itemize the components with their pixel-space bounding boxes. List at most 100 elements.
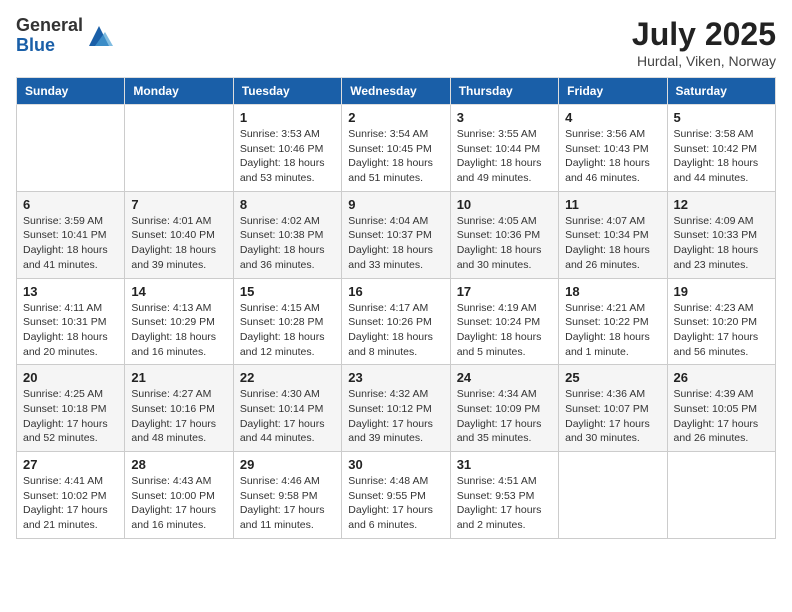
day-number: 4 — [565, 110, 660, 125]
calendar-cell: 22 Sunrise: 4:30 AM Sunset: 10:14 PM Day… — [233, 365, 341, 452]
day-detail: Sunrise: 4:02 AM Sunset: 10:38 PM Daylig… — [240, 214, 335, 273]
logo-text: General Blue — [16, 16, 83, 56]
day-number: 21 — [131, 370, 226, 385]
title-block: July 2025 Hurdal, Viken, Norway — [632, 16, 776, 69]
calendar-cell: 13 Sunrise: 4:11 AM Sunset: 10:31 PM Day… — [17, 278, 125, 365]
day-detail: Sunrise: 4:46 AM Sunset: 9:58 PM Dayligh… — [240, 474, 335, 533]
day-detail: Sunrise: 4:23 AM Sunset: 10:20 PM Daylig… — [674, 301, 769, 360]
calendar-cell: 25 Sunrise: 4:36 AM Sunset: 10:07 PM Day… — [559, 365, 667, 452]
calendar-week-3: 13 Sunrise: 4:11 AM Sunset: 10:31 PM Day… — [17, 278, 776, 365]
calendar-table: SundayMondayTuesdayWednesdayThursdayFrid… — [16, 77, 776, 539]
calendar-cell: 31 Sunrise: 4:51 AM Sunset: 9:53 PM Dayl… — [450, 452, 558, 539]
calendar-cell: 23 Sunrise: 4:32 AM Sunset: 10:12 PM Day… — [342, 365, 450, 452]
weekday-header-friday: Friday — [559, 78, 667, 105]
weekday-header-monday: Monday — [125, 78, 233, 105]
weekday-header-saturday: Saturday — [667, 78, 775, 105]
day-number: 25 — [565, 370, 660, 385]
day-number: 2 — [348, 110, 443, 125]
weekday-header-sunday: Sunday — [17, 78, 125, 105]
day-number: 3 — [457, 110, 552, 125]
day-number: 26 — [674, 370, 769, 385]
day-detail: Sunrise: 4:19 AM Sunset: 10:24 PM Daylig… — [457, 301, 552, 360]
day-detail: Sunrise: 4:27 AM Sunset: 10:16 PM Daylig… — [131, 387, 226, 446]
calendar-cell: 16 Sunrise: 4:17 AM Sunset: 10:26 PM Day… — [342, 278, 450, 365]
calendar-cell: 2 Sunrise: 3:54 AM Sunset: 10:45 PM Dayl… — [342, 105, 450, 192]
day-detail: Sunrise: 4:15 AM Sunset: 10:28 PM Daylig… — [240, 301, 335, 360]
calendar-cell: 27 Sunrise: 4:41 AM Sunset: 10:02 PM Day… — [17, 452, 125, 539]
calendar-cell: 8 Sunrise: 4:02 AM Sunset: 10:38 PM Dayl… — [233, 191, 341, 278]
day-detail: Sunrise: 4:34 AM Sunset: 10:09 PM Daylig… — [457, 387, 552, 446]
calendar-week-4: 20 Sunrise: 4:25 AM Sunset: 10:18 PM Day… — [17, 365, 776, 452]
calendar-cell: 24 Sunrise: 4:34 AM Sunset: 10:09 PM Day… — [450, 365, 558, 452]
day-number: 9 — [348, 197, 443, 212]
calendar-cell: 5 Sunrise: 3:58 AM Sunset: 10:42 PM Dayl… — [667, 105, 775, 192]
calendar-cell: 28 Sunrise: 4:43 AM Sunset: 10:00 PM Day… — [125, 452, 233, 539]
calendar-cell: 29 Sunrise: 4:46 AM Sunset: 9:58 PM Dayl… — [233, 452, 341, 539]
calendar-cell: 18 Sunrise: 4:21 AM Sunset: 10:22 PM Day… — [559, 278, 667, 365]
day-number: 19 — [674, 284, 769, 299]
calendar-header: SundayMondayTuesdayWednesdayThursdayFrid… — [17, 78, 776, 105]
calendar-cell: 7 Sunrise: 4:01 AM Sunset: 10:40 PM Dayl… — [125, 191, 233, 278]
day-detail: Sunrise: 4:25 AM Sunset: 10:18 PM Daylig… — [23, 387, 118, 446]
calendar-cell: 12 Sunrise: 4:09 AM Sunset: 10:33 PM Day… — [667, 191, 775, 278]
day-detail: Sunrise: 4:11 AM Sunset: 10:31 PM Daylig… — [23, 301, 118, 360]
calendar-cell: 30 Sunrise: 4:48 AM Sunset: 9:55 PM Dayl… — [342, 452, 450, 539]
day-number: 18 — [565, 284, 660, 299]
weekday-header-tuesday: Tuesday — [233, 78, 341, 105]
calendar-cell: 4 Sunrise: 3:56 AM Sunset: 10:43 PM Dayl… — [559, 105, 667, 192]
day-detail: Sunrise: 4:04 AM Sunset: 10:37 PM Daylig… — [348, 214, 443, 273]
day-number: 11 — [565, 197, 660, 212]
calendar-cell — [125, 105, 233, 192]
day-number: 10 — [457, 197, 552, 212]
logo-blue: Blue — [16, 36, 83, 56]
day-detail: Sunrise: 4:30 AM Sunset: 10:14 PM Daylig… — [240, 387, 335, 446]
day-detail: Sunrise: 4:17 AM Sunset: 10:26 PM Daylig… — [348, 301, 443, 360]
day-number: 5 — [674, 110, 769, 125]
day-detail: Sunrise: 3:53 AM Sunset: 10:46 PM Daylig… — [240, 127, 335, 186]
day-detail: Sunrise: 4:21 AM Sunset: 10:22 PM Daylig… — [565, 301, 660, 360]
location: Hurdal, Viken, Norway — [632, 53, 776, 69]
day-number: 12 — [674, 197, 769, 212]
day-number: 22 — [240, 370, 335, 385]
calendar-cell: 20 Sunrise: 4:25 AM Sunset: 10:18 PM Day… — [17, 365, 125, 452]
calendar-cell: 9 Sunrise: 4:04 AM Sunset: 10:37 PM Dayl… — [342, 191, 450, 278]
day-detail: Sunrise: 3:59 AM Sunset: 10:41 PM Daylig… — [23, 214, 118, 273]
day-detail: Sunrise: 3:55 AM Sunset: 10:44 PM Daylig… — [457, 127, 552, 186]
day-detail: Sunrise: 4:09 AM Sunset: 10:33 PM Daylig… — [674, 214, 769, 273]
calendar-cell — [667, 452, 775, 539]
day-number: 1 — [240, 110, 335, 125]
day-detail: Sunrise: 3:56 AM Sunset: 10:43 PM Daylig… — [565, 127, 660, 186]
calendar-cell: 6 Sunrise: 3:59 AM Sunset: 10:41 PM Dayl… — [17, 191, 125, 278]
day-detail: Sunrise: 4:05 AM Sunset: 10:36 PM Daylig… — [457, 214, 552, 273]
day-detail: Sunrise: 4:51 AM Sunset: 9:53 PM Dayligh… — [457, 474, 552, 533]
calendar-cell: 19 Sunrise: 4:23 AM Sunset: 10:20 PM Day… — [667, 278, 775, 365]
calendar-cell: 17 Sunrise: 4:19 AM Sunset: 10:24 PM Day… — [450, 278, 558, 365]
page-header: General Blue July 2025 Hurdal, Viken, No… — [16, 16, 776, 69]
day-number: 27 — [23, 457, 118, 472]
day-number: 6 — [23, 197, 118, 212]
day-number: 23 — [348, 370, 443, 385]
weekday-header-wednesday: Wednesday — [342, 78, 450, 105]
day-detail: Sunrise: 4:48 AM Sunset: 9:55 PM Dayligh… — [348, 474, 443, 533]
weekday-header-thursday: Thursday — [450, 78, 558, 105]
calendar-cell: 11 Sunrise: 4:07 AM Sunset: 10:34 PM Day… — [559, 191, 667, 278]
day-detail: Sunrise: 4:01 AM Sunset: 10:40 PM Daylig… — [131, 214, 226, 273]
day-detail: Sunrise: 3:58 AM Sunset: 10:42 PM Daylig… — [674, 127, 769, 186]
day-detail: Sunrise: 4:13 AM Sunset: 10:29 PM Daylig… — [131, 301, 226, 360]
day-number: 29 — [240, 457, 335, 472]
day-number: 15 — [240, 284, 335, 299]
day-number: 20 — [23, 370, 118, 385]
day-number: 17 — [457, 284, 552, 299]
logo-general: General — [16, 16, 83, 36]
day-number: 13 — [23, 284, 118, 299]
day-detail: Sunrise: 4:32 AM Sunset: 10:12 PM Daylig… — [348, 387, 443, 446]
day-number: 30 — [348, 457, 443, 472]
month-title: July 2025 — [632, 16, 776, 53]
day-number: 14 — [131, 284, 226, 299]
day-number: 28 — [131, 457, 226, 472]
day-number: 24 — [457, 370, 552, 385]
day-detail: Sunrise: 4:43 AM Sunset: 10:00 PM Daylig… — [131, 474, 226, 533]
day-number: 7 — [131, 197, 226, 212]
day-number: 31 — [457, 457, 552, 472]
calendar-week-2: 6 Sunrise: 3:59 AM Sunset: 10:41 PM Dayl… — [17, 191, 776, 278]
